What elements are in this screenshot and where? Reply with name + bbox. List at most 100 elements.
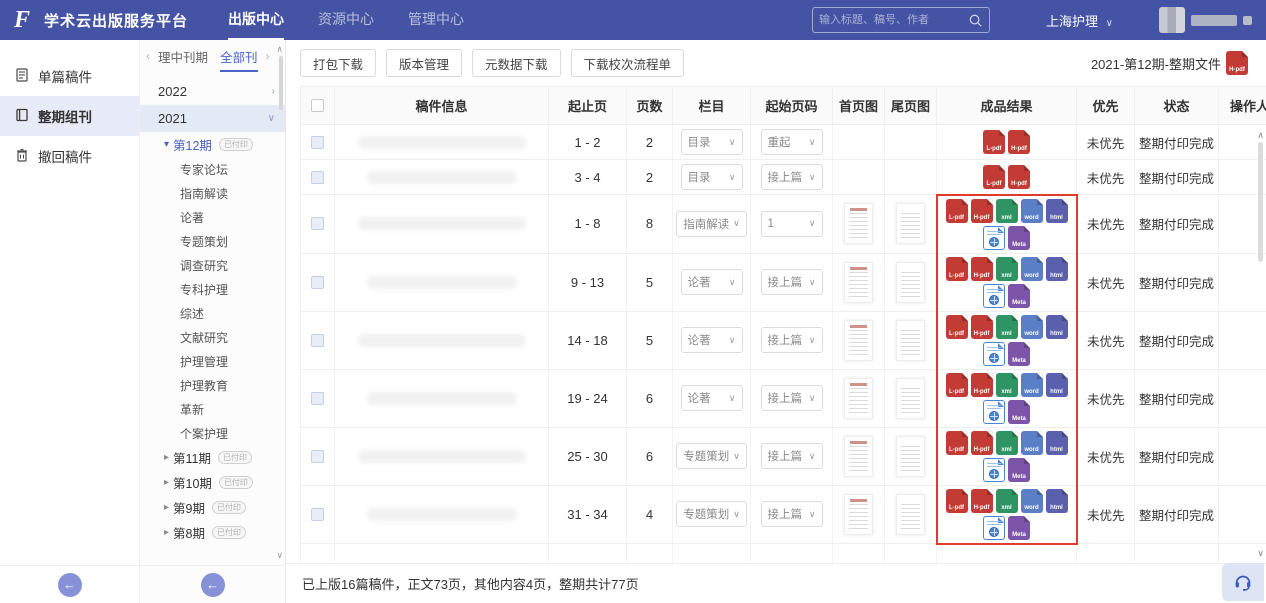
table-scroll-up-icon[interactable]: ∧: [1257, 130, 1264, 141]
tree-year-2021[interactable]: 2021∨: [140, 105, 285, 132]
first-page-thumbnail[interactable]: [844, 436, 873, 477]
word-file-icon[interactable]: word: [1021, 489, 1043, 513]
first-page-thumbnail[interactable]: [844, 262, 873, 303]
column-select[interactable]: 专题策划∨: [676, 443, 747, 469]
user-menu[interactable]: [1159, 7, 1252, 33]
tree-tab-1[interactable]: 理中刊期: [158, 41, 208, 72]
sidebar-item-2[interactable]: 整期组刊: [0, 96, 139, 136]
row-checkbox[interactable]: [311, 450, 324, 463]
tree-collapse-button[interactable]: ←: [201, 573, 225, 597]
last-page-thumbnail[interactable]: [896, 203, 925, 244]
sidebar-item-3[interactable]: 撤回稿件: [0, 136, 139, 176]
tree-category-12[interactable]: 护理教育: [140, 373, 285, 397]
tree-category-11[interactable]: 护理管理: [140, 349, 285, 373]
h-pdf-file-icon[interactable]: H-pdf: [971, 257, 993, 281]
word-file-icon[interactable]: word: [1021, 257, 1043, 281]
tree-category-14[interactable]: 个案护理: [140, 421, 285, 445]
tree-issue-第9期[interactable]: ▸第9期已付印: [140, 495, 285, 520]
meta-file-icon[interactable]: Meta: [1008, 226, 1030, 250]
web-file-icon[interactable]: [983, 284, 1005, 308]
last-page-thumbnail[interactable]: [896, 262, 925, 303]
l-pdf-file-icon[interactable]: L-pdf: [946, 315, 968, 339]
tabs-prev-icon[interactable]: ‹: [146, 49, 150, 63]
row-checkbox[interactable]: [311, 171, 324, 184]
xml-file-icon[interactable]: xml: [996, 373, 1018, 397]
h-pdf-file-icon[interactable]: H-pdf: [971, 431, 993, 455]
start-page-select[interactable]: 接上篇∨: [761, 385, 823, 411]
start-page-select[interactable]: 接上篇∨: [761, 164, 823, 190]
first-page-thumbnail[interactable]: [844, 320, 873, 361]
global-search[interactable]: [812, 7, 990, 33]
toolbar-button-1[interactable]: 打包下载: [300, 49, 376, 77]
meta-file-icon[interactable]: Meta: [1008, 458, 1030, 482]
html-file-icon[interactable]: html: [1046, 315, 1068, 339]
first-page-thumbnail[interactable]: [844, 203, 873, 244]
tree-category-4[interactable]: 指南解读: [140, 181, 285, 205]
tree-category-3[interactable]: 专家论坛: [140, 157, 285, 181]
first-page-thumbnail[interactable]: [844, 378, 873, 419]
support-widget[interactable]: [1222, 563, 1264, 601]
last-page-thumbnail[interactable]: [896, 436, 925, 477]
web-file-icon[interactable]: [983, 226, 1005, 250]
tree-year-2022[interactable]: 2022›: [140, 78, 285, 105]
row-checkbox[interactable]: [311, 334, 324, 347]
html-file-icon[interactable]: html: [1046, 199, 1068, 223]
word-file-icon[interactable]: word: [1021, 373, 1043, 397]
html-file-icon[interactable]: html: [1046, 257, 1068, 281]
search-input[interactable]: [819, 14, 968, 26]
h-pdf-file-icon[interactable]: H-pdf: [971, 315, 993, 339]
start-page-select[interactable]: 接上篇∨: [761, 501, 823, 527]
xml-file-icon[interactable]: xml: [996, 489, 1018, 513]
web-file-icon[interactable]: [983, 458, 1005, 482]
nav-item-1[interactable]: 出版中心: [228, 0, 284, 40]
l-pdf-file-icon[interactable]: L-pdf: [983, 165, 1005, 189]
column-select[interactable]: 论著∨: [681, 385, 743, 411]
tree-category-6[interactable]: 专题策划: [140, 229, 285, 253]
l-pdf-file-icon[interactable]: L-pdf: [946, 257, 968, 281]
org-switcher[interactable]: 上海护理 ∨: [1046, 11, 1113, 30]
column-select[interactable]: 论著∨: [681, 269, 743, 295]
toolbar-button-2[interactable]: 版本管理: [386, 49, 462, 77]
sidebar-collapse-button[interactable]: ←: [58, 573, 82, 597]
tree-scrollbar[interactable]: [279, 56, 283, 110]
l-pdf-file-icon[interactable]: L-pdf: [946, 199, 968, 223]
last-page-thumbnail[interactable]: [896, 378, 925, 419]
xml-file-icon[interactable]: xml: [996, 315, 1018, 339]
last-page-thumbnail[interactable]: [896, 494, 925, 535]
start-page-select[interactable]: 重起∨: [761, 129, 823, 155]
l-pdf-file-icon[interactable]: L-pdf: [983, 130, 1005, 154]
html-file-icon[interactable]: html: [1046, 373, 1068, 397]
xml-file-icon[interactable]: xml: [996, 257, 1018, 281]
word-file-icon[interactable]: word: [1021, 315, 1043, 339]
column-select[interactable]: 专题策划∨: [676, 501, 747, 527]
start-page-select[interactable]: 接上篇∨: [761, 269, 823, 295]
row-checkbox[interactable]: [311, 276, 324, 289]
start-page-select[interactable]: 接上篇∨: [761, 443, 823, 469]
nav-item-2[interactable]: 资源中心: [318, 0, 374, 40]
select-all-checkbox[interactable]: [311, 99, 324, 112]
column-select[interactable]: 指南解读∨: [676, 211, 747, 237]
column-select[interactable]: 目录∨: [681, 129, 743, 155]
column-select[interactable]: 目录∨: [681, 164, 743, 190]
tabs-next-icon[interactable]: ›: [266, 49, 270, 63]
row-checkbox[interactable]: [311, 217, 324, 230]
web-file-icon[interactable]: [983, 400, 1005, 424]
meta-file-icon[interactable]: Meta: [1008, 516, 1030, 540]
web-file-icon[interactable]: [983, 516, 1005, 540]
l-pdf-file-icon[interactable]: L-pdf: [946, 431, 968, 455]
tree-category-13[interactable]: 革新: [140, 397, 285, 421]
meta-file-icon[interactable]: Meta: [1008, 284, 1030, 308]
tree-issue-第11期[interactable]: ▸第11期已付印: [140, 445, 285, 470]
xml-file-icon[interactable]: xml: [996, 199, 1018, 223]
row-checkbox[interactable]: [311, 392, 324, 405]
web-file-icon[interactable]: [983, 342, 1005, 366]
tree-issue-第12期[interactable]: ▾第12期已付印: [140, 132, 285, 157]
sidebar-item-1[interactable]: 单篇稿件: [0, 56, 139, 96]
l-pdf-file-icon[interactable]: L-pdf: [946, 373, 968, 397]
tree-issue-第10期[interactable]: ▸第10期已付印: [140, 470, 285, 495]
h-pdf-file-icon[interactable]: H-pdf: [971, 373, 993, 397]
tree-category-7[interactable]: 调查研究: [140, 253, 285, 277]
html-file-icon[interactable]: html: [1046, 489, 1068, 513]
start-page-select[interactable]: 接上篇∨: [761, 327, 823, 353]
tree-category-5[interactable]: 论著: [140, 205, 285, 229]
